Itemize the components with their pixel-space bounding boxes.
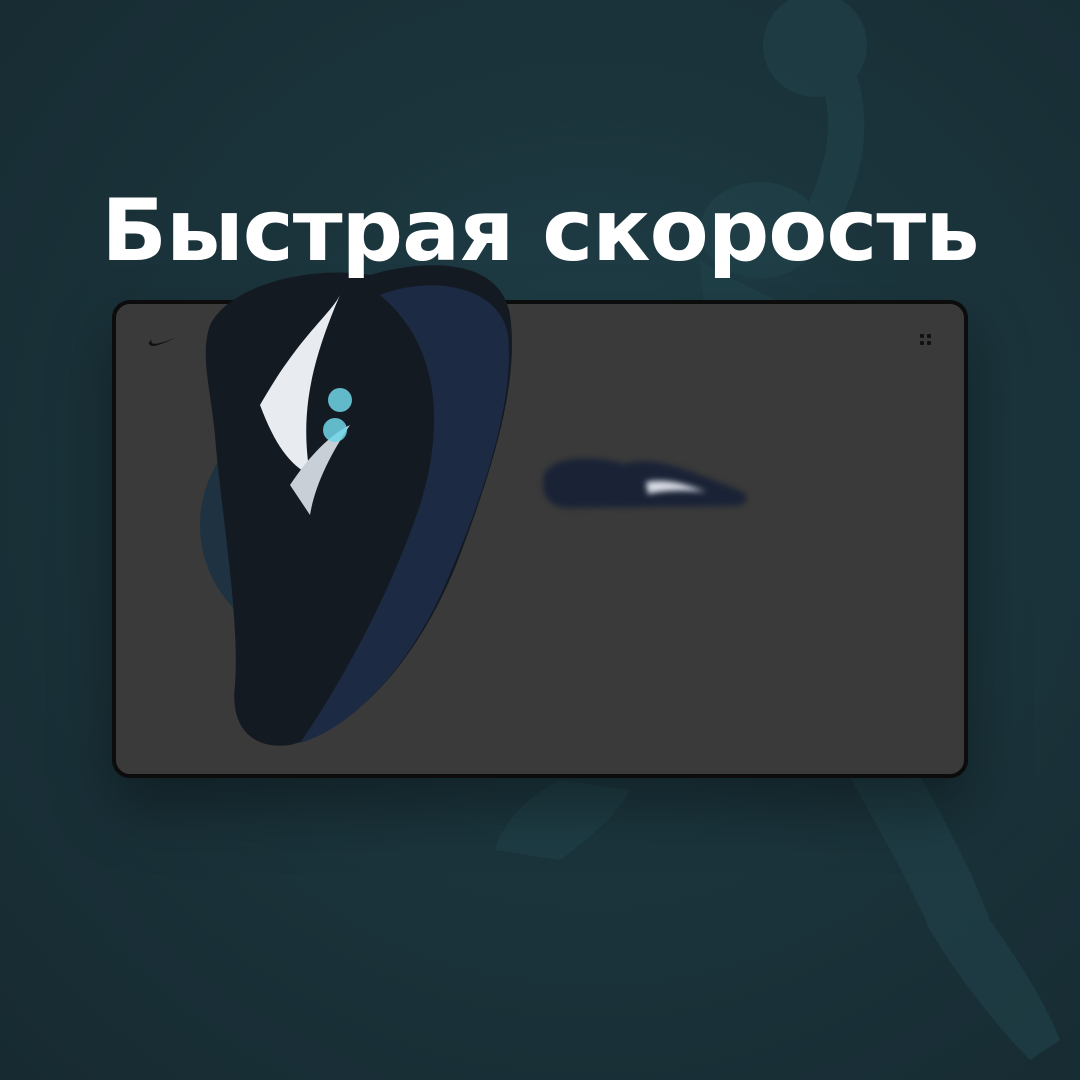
- swoosh-logo-icon[interactable]: [148, 334, 178, 348]
- led-light-top: [328, 388, 352, 412]
- led-light-bottom: [323, 418, 347, 442]
- promo-stage: Быстрая скорость: [0, 0, 1080, 1080]
- hero-shoe-image: [200, 265, 512, 746]
- grid-dots-icon[interactable]: [920, 334, 934, 348]
- headline-title: Быстрая скорость: [101, 181, 979, 281]
- background-shoe-image: [542, 458, 747, 508]
